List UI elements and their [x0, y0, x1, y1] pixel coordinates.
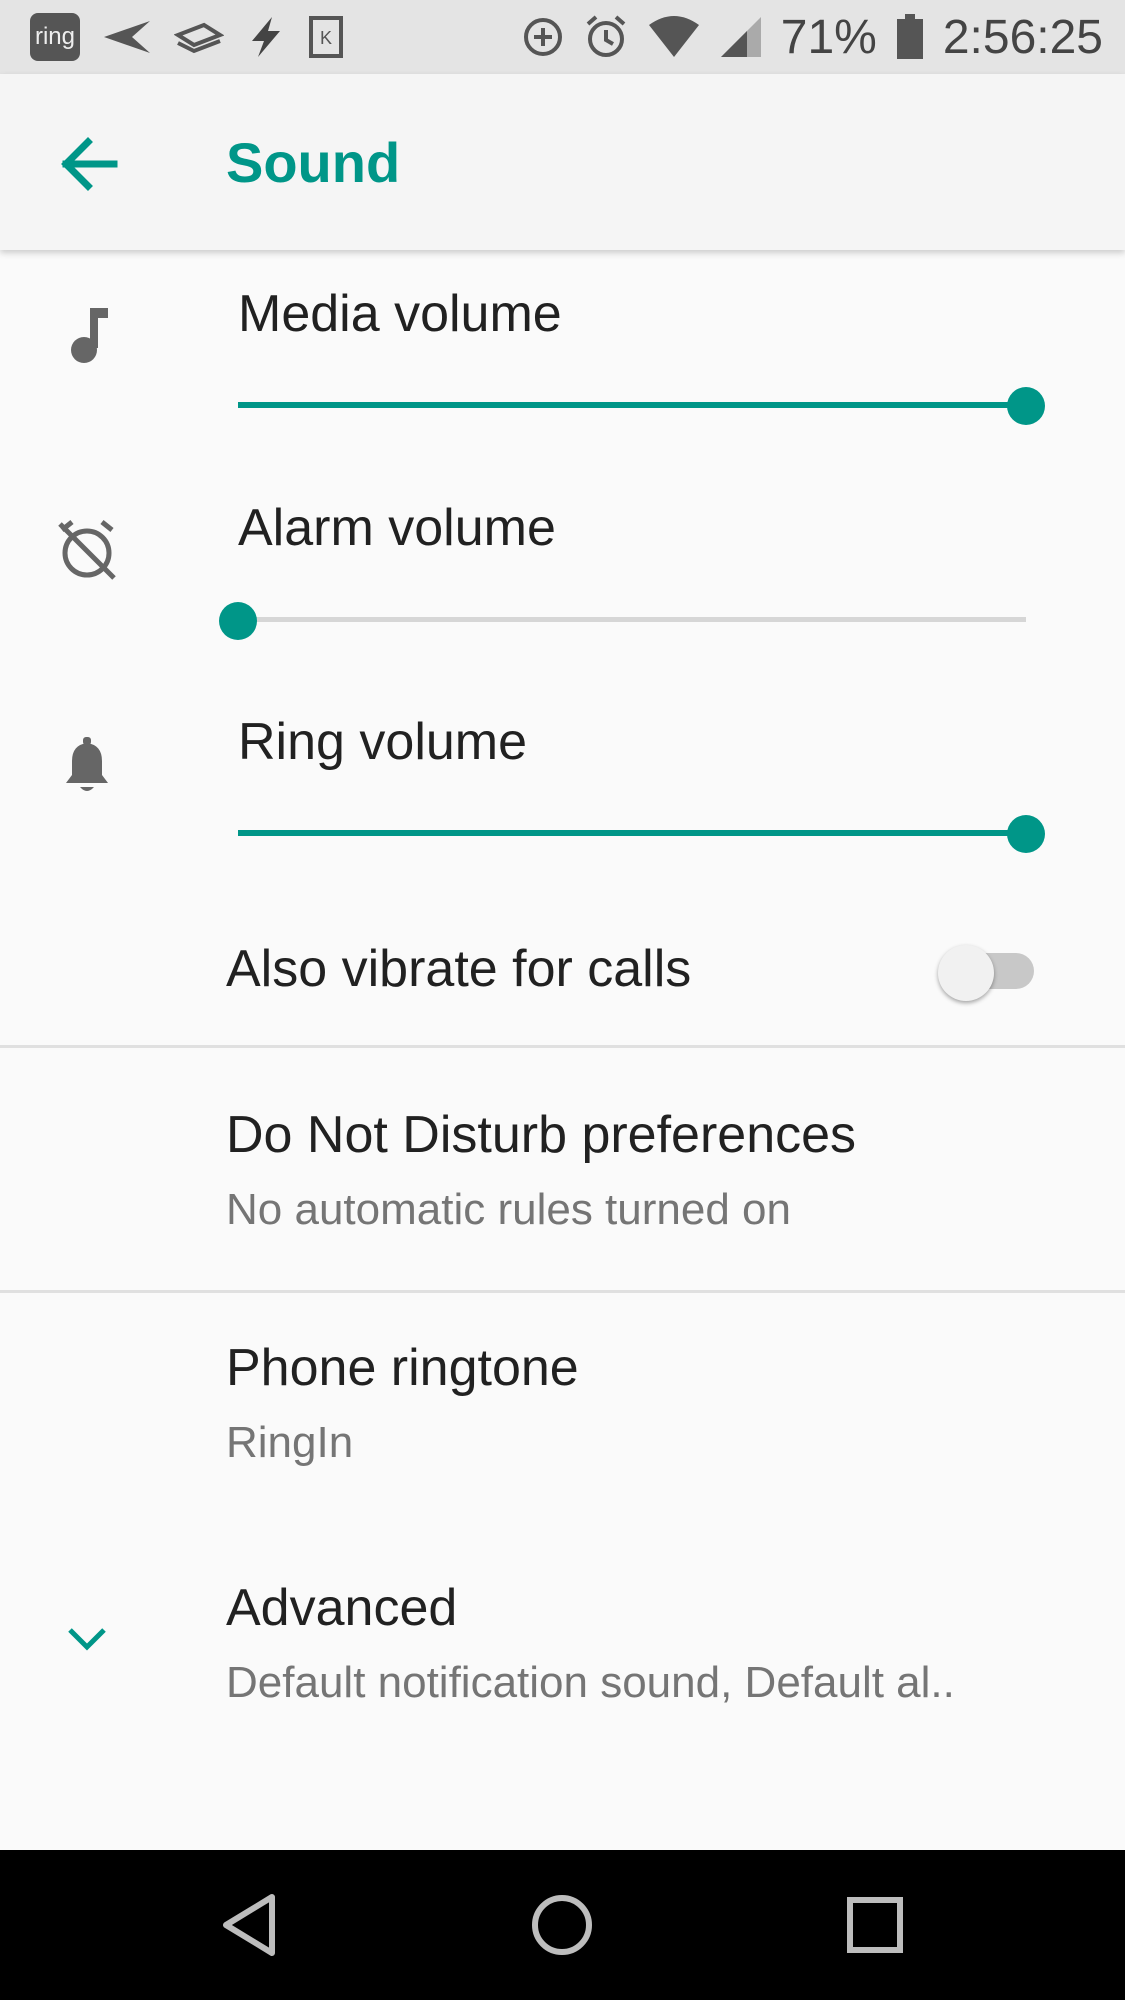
back-icon[interactable] [200, 1875, 300, 1975]
alarm-volume-slider[interactable] [219, 598, 1026, 642]
status-bar: ring K 71% 2:56:25 [0, 0, 1125, 74]
layers-icon [174, 22, 224, 54]
home-icon[interactable] [512, 1875, 612, 1975]
navigation-bar [0, 1850, 1125, 2000]
lightning-icon [252, 17, 280, 57]
data-saver-icon [523, 18, 562, 56]
toggle-knob [938, 945, 994, 1001]
signal-icon [720, 17, 761, 57]
slider-fill [238, 402, 1026, 408]
music-note-icon [71, 308, 108, 363]
media-volume-slider[interactable] [238, 383, 1045, 427]
slider-track [238, 617, 1026, 622]
alarm-icon [586, 15, 626, 57]
clock: 2:56:25 [942, 10, 1103, 64]
wifi-icon [648, 16, 699, 57]
battery-icon [896, 14, 923, 59]
kindle-label: K [320, 28, 332, 48]
slider-thumb[interactable] [1007, 387, 1045, 425]
ring-app-label: ring [34, 23, 76, 50]
ring-volume-label: Ring volume [238, 713, 528, 771]
advanced-subtitle: Default notification sound, Default al.. [226, 1658, 955, 1707]
bell-icon [66, 737, 108, 791]
system-icons: 71% 2:56:25 [521, 10, 1103, 64]
slider-fill [238, 830, 1026, 836]
chevron-down-icon [68, 1628, 106, 1651]
app-bar: Sound [0, 74, 1125, 250]
page-title: Sound [226, 131, 401, 194]
notification-icons: ring K [30, 12, 344, 62]
ring-volume-slider[interactable] [238, 811, 1045, 855]
dnd-title: Do Not Disturb preferences [226, 1106, 857, 1164]
ringtone-subtitle: RingIn [226, 1418, 354, 1467]
slider-thumb[interactable] [219, 602, 257, 640]
ringtone-title: Phone ringtone [226, 1339, 579, 1397]
vibrate-label: Also vibrate for calls [226, 940, 692, 998]
paper-plane-icon [104, 21, 150, 53]
slider-thumb[interactable] [1007, 815, 1045, 853]
vibrate-toggle[interactable] [938, 937, 1044, 1001]
dnd-subtitle: No automatic rules turned on [226, 1185, 791, 1234]
ring-app-icon: ring [30, 13, 80, 61]
divider [0, 1290, 1125, 1293]
alarm-volume-label: Alarm volume [238, 499, 556, 557]
recents-icon[interactable] [825, 1875, 925, 1975]
divider [0, 1045, 1125, 1048]
battery-percent: 71% [780, 10, 877, 64]
media-volume-label: Media volume [238, 285, 562, 343]
advanced-title: Advanced [226, 1579, 458, 1637]
back-arrow-icon[interactable] [48, 124, 128, 204]
alarm-off-icon [58, 520, 116, 580]
kindle-icon: K [309, 16, 343, 58]
